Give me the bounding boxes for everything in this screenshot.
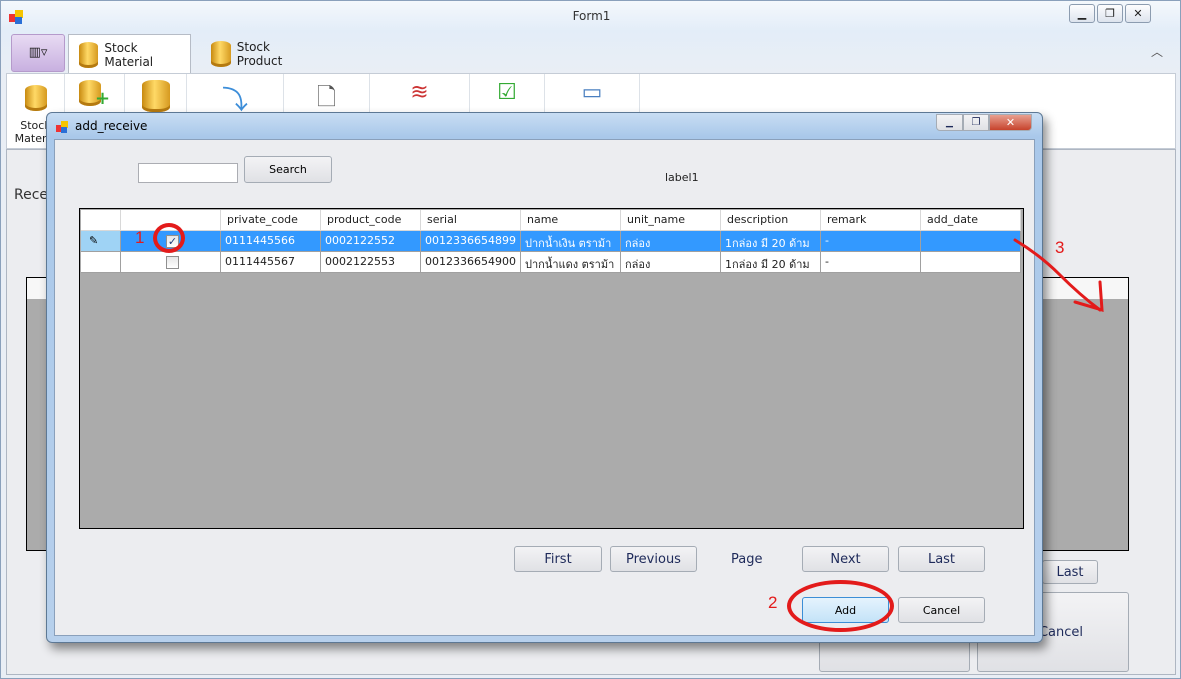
row-checkbox[interactable] — [166, 256, 179, 269]
dialog-window-controls: ▁ ❐ ✕ — [936, 114, 1032, 131]
column-header[interactable]: unit_name — [621, 210, 721, 231]
last-button-behind[interactable]: Last — [1042, 560, 1098, 584]
search-button[interactable]: Search — [244, 156, 332, 183]
cell: 1กล่อง มี 20 ด้าม — [721, 252, 821, 273]
tab-label: Stock Product — [236, 40, 283, 68]
button-label: First — [544, 551, 572, 567]
cell: ปากน้ำแดง ตราม้า — [521, 252, 621, 273]
dialog-title: add_receive — [75, 119, 148, 133]
annotation-circle-checkbox — [153, 223, 185, 253]
cell: - — [821, 231, 921, 252]
cell: กล่อง — [621, 231, 721, 252]
annotation-number-2: 2 — [768, 593, 778, 612]
tab-stock-material[interactable]: Stock Material — [68, 34, 191, 74]
annotation-arrow-icon — [1013, 238, 1104, 313]
dialog-icon — [56, 121, 69, 134]
row-edit-pencil-icon[interactable]: ✎ — [81, 231, 121, 252]
last-button[interactable]: Last — [898, 546, 985, 572]
database-icon — [79, 41, 99, 68]
dialog-minimize-button[interactable]: ▁ — [936, 114, 963, 131]
cell: 0012336654899 — [421, 231, 521, 252]
row-header-corner — [81, 210, 121, 231]
button-label: Last — [927, 551, 956, 567]
row-header[interactable] — [81, 252, 121, 273]
product-grid[interactable]: private_code product_code serial name un… — [79, 208, 1024, 529]
button-label: Last — [1056, 564, 1084, 580]
tab-stock-product[interactable]: Stock Product — [201, 34, 321, 74]
cell: - — [821, 252, 921, 273]
cell: 0012336654900 — [421, 252, 521, 273]
annotation-circle-add — [787, 580, 894, 632]
first-button[interactable]: First — [514, 546, 602, 572]
main-window: Form1 ▁ ❐ ✕ ︿ ▥▿ Stock Material Stock Pr… — [0, 0, 1181, 679]
dialog-maximize-button[interactable]: ❐ — [963, 114, 989, 131]
button-label: Cancel — [1038, 624, 1083, 640]
column-header[interactable]: serial — [421, 210, 521, 231]
column-header[interactable]: name — [521, 210, 621, 231]
previous-button[interactable]: Previous — [610, 546, 697, 572]
label1: label1 — [665, 171, 699, 184]
cell: ปากน้ำเงิน ตราม้า — [521, 231, 621, 252]
cell: 1กล่อง มี 20 ด้าม — [721, 231, 821, 252]
button-label: Cancel — [922, 603, 961, 617]
next-button[interactable]: Next — [802, 546, 889, 572]
column-header[interactable]: remark — [821, 210, 921, 231]
annotation-number-1: 1 — [135, 228, 145, 247]
button-label: Next — [830, 551, 861, 567]
maximize-button[interactable]: ❐ — [1097, 4, 1123, 23]
table-row[interactable]: 0111445567 0002122553 0012336654900 ปากน… — [81, 252, 1021, 273]
checkbox-cell[interactable] — [121, 252, 221, 273]
collapse-ribbon-icon[interactable]: ︿ — [1151, 43, 1163, 60]
cell: 0111445567 — [221, 252, 321, 273]
cell: 0002122553 — [321, 252, 421, 273]
column-header[interactable]: private_code — [221, 210, 321, 231]
dialog-close-button[interactable]: ✕ — [989, 114, 1032, 131]
database-icon — [211, 41, 231, 67]
database-icon — [24, 85, 47, 111]
dialog-client: Search label1 private_code product_code … — [54, 139, 1035, 636]
button-label: Search — [269, 163, 307, 176]
page-label: Page — [731, 552, 763, 567]
application-menu-button[interactable]: ▥▿ — [11, 34, 65, 72]
close-button[interactable]: ✕ — [1125, 4, 1151, 23]
minimize-button[interactable]: ▁ — [1069, 4, 1095, 23]
table-row[interactable]: ✎ ✓ 0111445566 0002122552 0012336654899 … — [81, 231, 1021, 252]
column-header[interactable]: add_date — [921, 210, 1021, 231]
column-header[interactable]: product_code — [321, 210, 421, 231]
cell: 0111445566 — [221, 231, 321, 252]
grid-header: private_code product_code serial name un… — [81, 210, 1021, 231]
cancel-button[interactable]: Cancel — [898, 597, 985, 623]
heading-label: Rece — [14, 187, 49, 203]
button-label: Previous — [626, 551, 681, 567]
cell: กล่อง — [621, 252, 721, 273]
column-header[interactable]: description — [721, 210, 821, 231]
database-remove-icon — [141, 80, 170, 112]
window-title: Form1 — [572, 9, 611, 23]
tab-label: Stock Material — [104, 40, 154, 69]
search-input[interactable] — [138, 163, 238, 183]
cell: 0002122552 — [321, 231, 421, 252]
add-receive-dialog: add_receive ▁ ❐ ✕ Search label1 private_… — [46, 112, 1043, 643]
